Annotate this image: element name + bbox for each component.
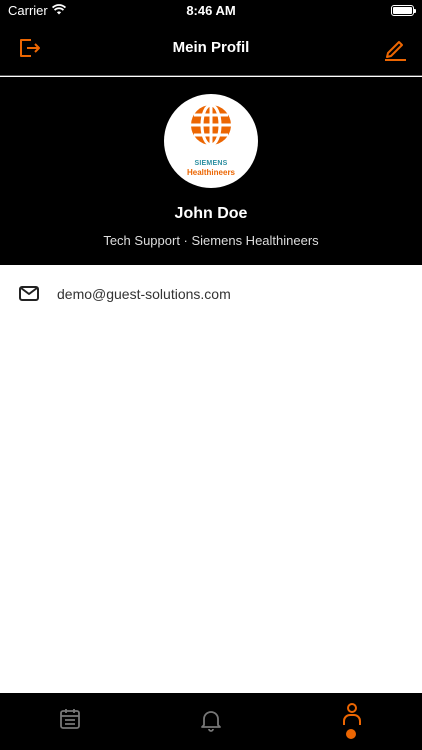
tab-calendar[interactable] xyxy=(0,693,140,750)
profile-subtitle: Tech Support · Siemens Healthineers xyxy=(103,233,319,248)
logo-line-healthineers: Healthineers xyxy=(186,168,236,177)
mail-icon xyxy=(19,286,39,306)
edit-button[interactable] xyxy=(382,35,408,61)
avatar: SIEMENS Healthineers xyxy=(164,94,258,188)
person-icon xyxy=(343,703,361,725)
active-tab-indicator xyxy=(346,729,356,739)
bell-icon xyxy=(201,711,221,732)
tab-bar xyxy=(0,693,422,750)
status-time: 8:46 AM xyxy=(186,3,236,18)
profile-header: SIEMENS Healthineers John Doe Tech Suppo… xyxy=(0,77,422,265)
company-logo-text: SIEMENS Healthineers xyxy=(164,159,258,177)
email-text: demo@guest-solutions.com xyxy=(57,286,231,302)
edit-icon xyxy=(385,41,406,61)
battery-icon xyxy=(391,5,416,16)
status-bar: Carrier 8:46 AM xyxy=(0,0,422,22)
profile-screen: Carrier 8:46 AM Mein Profil SIEMENS Heal… xyxy=(0,0,422,750)
navigation-bar: Mein Profil xyxy=(0,22,422,76)
logo-line-siemens: SIEMENS xyxy=(194,160,228,167)
page-title: Mein Profil xyxy=(172,39,250,56)
profile-name: John Doe xyxy=(174,205,248,222)
tab-notifications[interactable] xyxy=(141,693,281,750)
globe-logo-icon xyxy=(191,103,231,147)
email-row[interactable]: demo@guest-solutions.com xyxy=(0,265,422,321)
tab-profile[interactable] xyxy=(282,693,422,750)
calendar-icon xyxy=(60,709,80,729)
